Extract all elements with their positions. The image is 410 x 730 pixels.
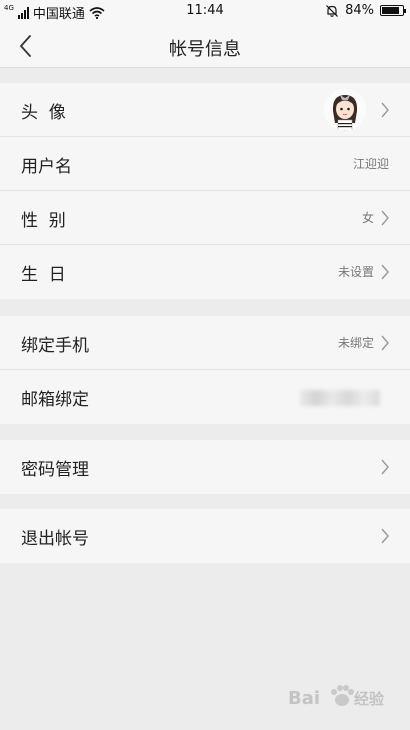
gender-row[interactable]: 性 别 女	[0, 191, 410, 245]
svg-text:Bai: Bai	[288, 688, 320, 709]
password-management-row[interactable]: 密码管理	[0, 440, 410, 494]
battery-percent: 84%	[345, 3, 374, 18]
avatar-row[interactable]: 头 像	[0, 83, 410, 137]
battery-icon	[380, 5, 406, 16]
battery-level	[382, 7, 399, 14]
chevron-right-icon	[381, 528, 389, 544]
logout-group: 退出帐号	[0, 509, 410, 563]
logout-row[interactable]: 退出帐号	[0, 509, 410, 563]
birthday-row[interactable]: 生 日 未设置	[0, 245, 410, 299]
profile-group: 头 像 用户名 江迎迎 性 别 女 生 日 未设置	[0, 83, 410, 299]
chevron-right-icon	[381, 459, 389, 475]
gender-value: 女	[361, 211, 374, 225]
page-title: 帐号信息	[169, 39, 241, 60]
birthday-label: 生 日	[21, 265, 66, 285]
chevron-right-icon	[381, 210, 389, 226]
chevron-right-icon	[381, 102, 389, 118]
bell-muted-icon	[326, 4, 339, 17]
svg-text:经验: 经验	[354, 690, 385, 708]
username-label: 用户名	[21, 157, 72, 177]
chevron-right-icon	[381, 335, 389, 351]
password-group: 密码管理	[0, 440, 410, 494]
phone-binding-label: 绑定手机	[21, 336, 89, 356]
username-value: 江迎迎	[352, 157, 389, 171]
nav-bar: 帐号信息	[0, 24, 410, 68]
gender-label: 性 别	[21, 211, 66, 231]
birthday-value: 未设置	[337, 265, 374, 279]
username-row[interactable]: 用户名 江迎迎	[0, 137, 410, 191]
email-binding-row[interactable]: 邮箱绑定	[0, 370, 410, 424]
email-value-redacted	[300, 390, 380, 406]
status-right: 84%	[325, 3, 406, 18]
status-bar: 4G 中国联通 11:44 84%	[0, 0, 410, 24]
phone-binding-value: 未绑定	[337, 336, 374, 350]
phone-binding-row[interactable]: 绑定手机 未绑定	[0, 316, 410, 370]
baidu-watermark-logo: Bai 经验	[284, 678, 394, 718]
chevron-right-icon	[381, 264, 389, 280]
logout-label: 退出帐号	[21, 529, 89, 549]
binding-group: 绑定手机 未绑定 邮箱绑定	[0, 316, 410, 424]
email-binding-label: 邮箱绑定	[21, 390, 89, 410]
password-management-label: 密码管理	[21, 460, 89, 480]
avatar	[324, 89, 366, 131]
avatar-label: 头 像	[21, 103, 66, 123]
